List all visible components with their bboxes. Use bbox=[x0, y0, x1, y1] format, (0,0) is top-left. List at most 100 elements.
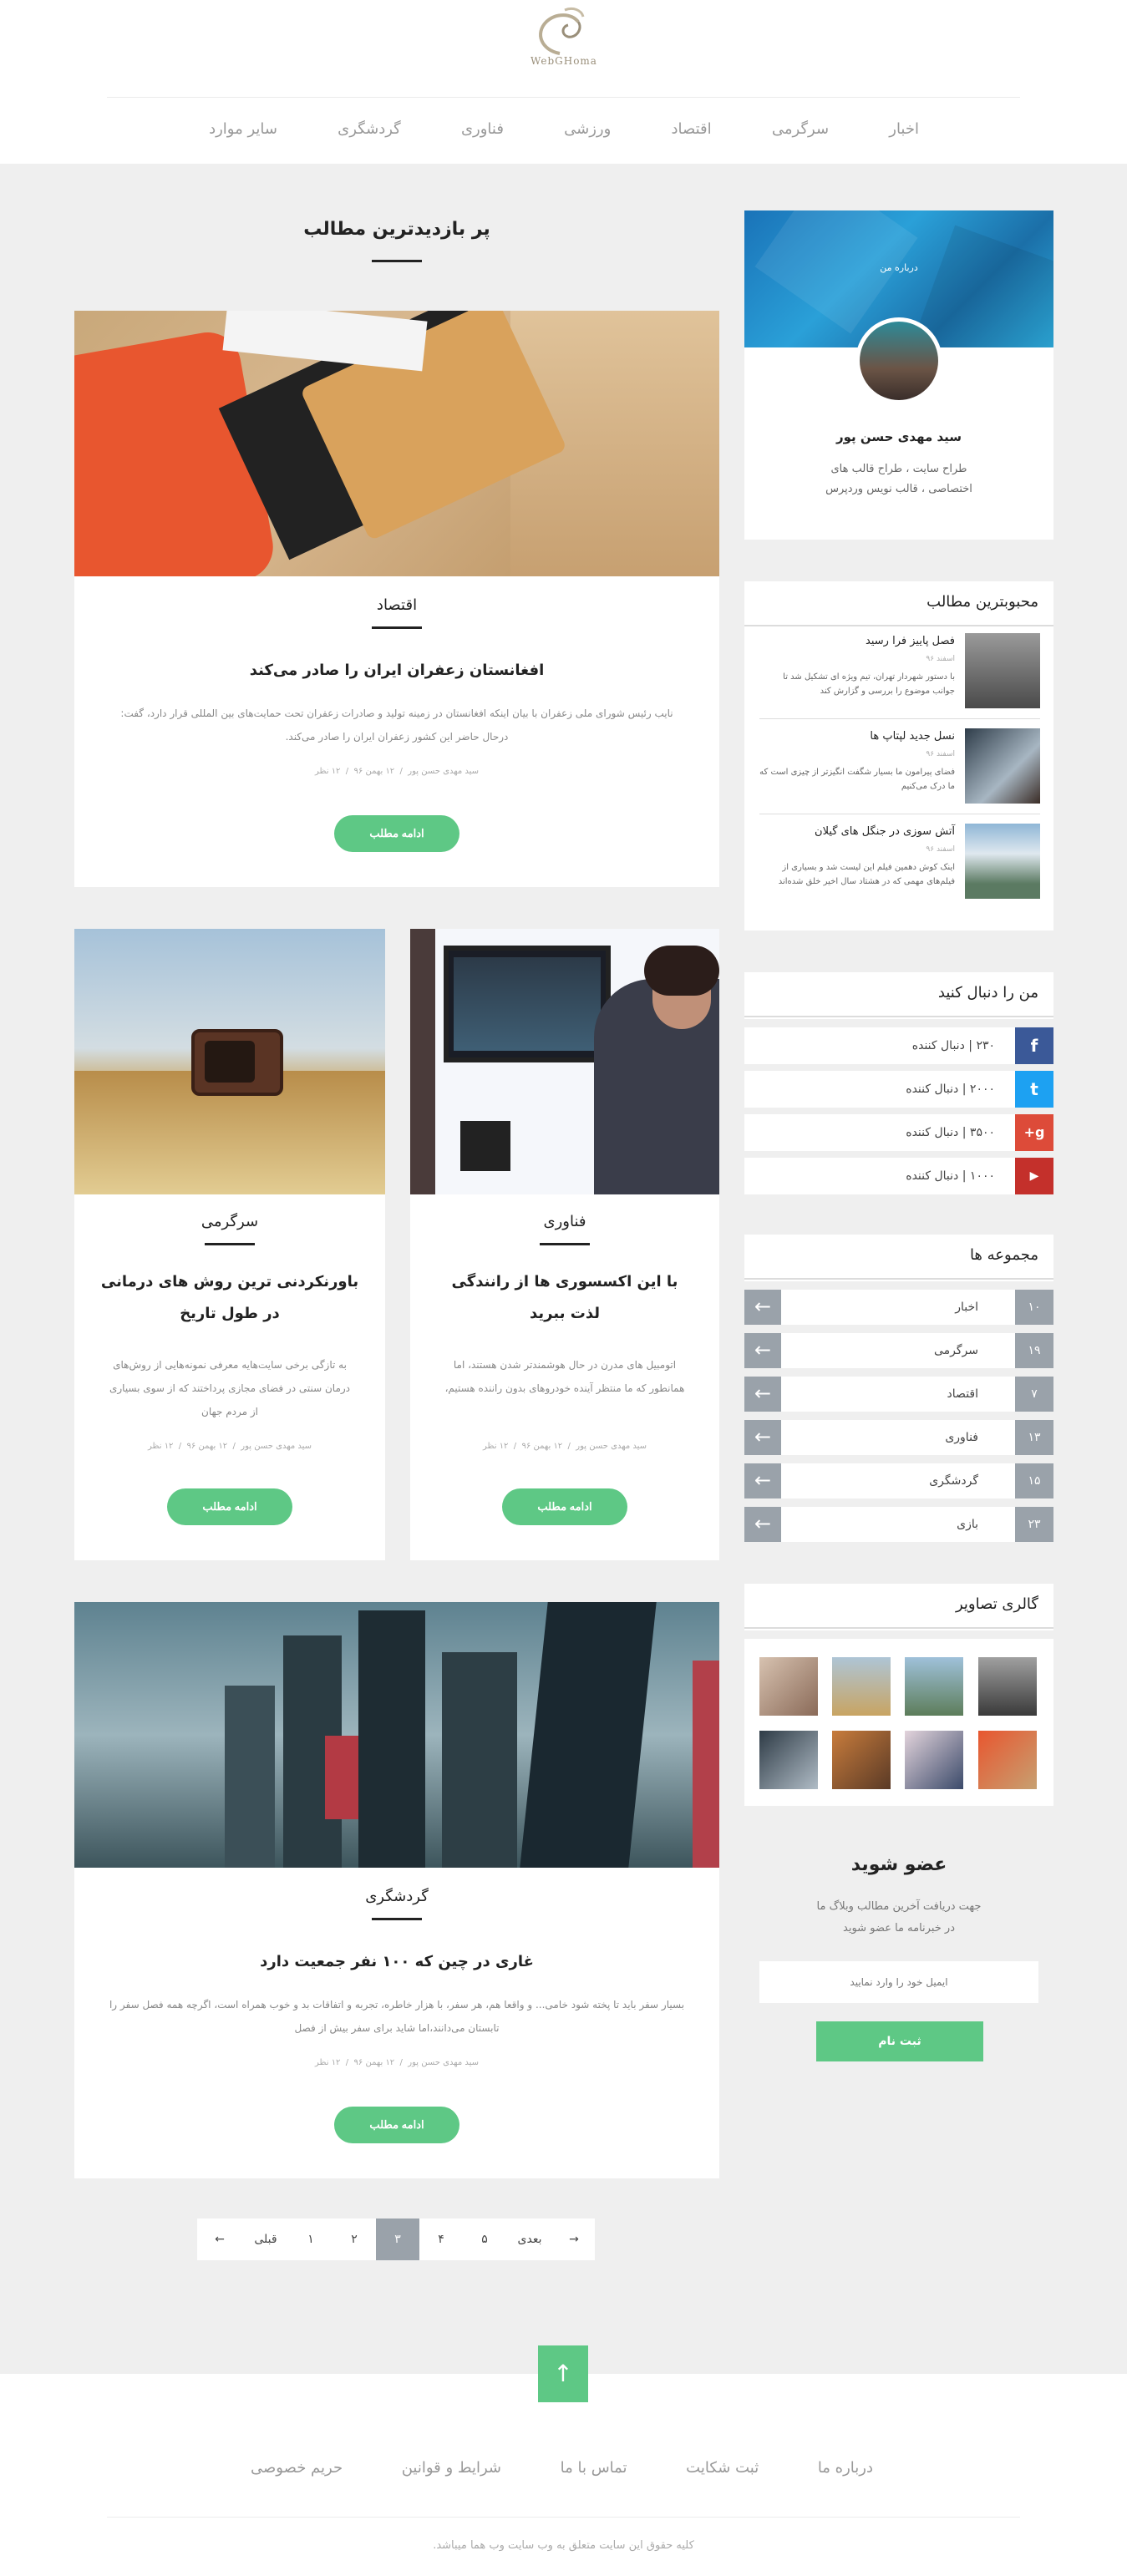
gallery-thumb[interactable] bbox=[978, 1731, 1037, 1789]
gallery-thumb[interactable] bbox=[905, 1731, 963, 1789]
post-comments[interactable]: ۱۲ نظر bbox=[315, 767, 340, 776]
nav-item-other[interactable]: سایر موارد bbox=[209, 117, 277, 142]
twitter-icon[interactable]: t bbox=[1015, 1071, 1053, 1108]
post-title[interactable]: با این اکسسوری ها از رانندگی لذت ببرید bbox=[435, 1266, 694, 1330]
facebook-icon[interactable]: f bbox=[1015, 1027, 1053, 1064]
footer-link-contact[interactable]: تماس با ما bbox=[561, 2459, 627, 2477]
read-more-button[interactable]: ادامه مطلب bbox=[334, 2107, 459, 2143]
category-name[interactable]: اخبار bbox=[955, 1290, 978, 1325]
gallery-thumb[interactable] bbox=[832, 1731, 891, 1789]
page-link-current[interactable]: ۳ bbox=[376, 2219, 419, 2260]
post-image[interactable] bbox=[74, 929, 385, 1194]
avatar[interactable] bbox=[855, 317, 942, 404]
post-category[interactable]: فناوری bbox=[410, 1213, 719, 1230]
arrow-left-icon[interactable]: ← bbox=[744, 1333, 781, 1368]
footer-link-complaint[interactable]: ثبت شکایت bbox=[686, 2459, 759, 2477]
social-count: ۲۰۰۰ | دنبال کننده bbox=[906, 1083, 995, 1096]
subscribe-button[interactable]: ثبت نام bbox=[816, 2021, 983, 2061]
post-title[interactable]: باورنکردنی ترین روش های درمانی در طول تا… bbox=[99, 1266, 360, 1330]
popular-post-thumb[interactable] bbox=[965, 728, 1040, 804]
widget-title-divider bbox=[744, 625, 1053, 626]
social-youtube[interactable]: ▶ ۱۰۰۰ | دنبال کننده bbox=[744, 1158, 1053, 1194]
social-facebook[interactable]: f ۲۳۰ | دنبال کننده bbox=[744, 1027, 1053, 1064]
category-item-tourism[interactable]: ۱۵ گردشگری ← bbox=[744, 1463, 1053, 1498]
category-item-entertainment[interactable]: ۱۹ سرگرمی ← bbox=[744, 1333, 1053, 1368]
category-item-games[interactable]: ۲۳ بازی ← bbox=[744, 1507, 1053, 1542]
category-name[interactable]: گردشگری bbox=[929, 1463, 978, 1498]
post-comments[interactable]: ۱۲ نظر bbox=[315, 2058, 340, 2067]
category-count: ۱۰ bbox=[1015, 1290, 1053, 1325]
category-name[interactable]: سرگرمی bbox=[934, 1333, 978, 1368]
category-item-economy[interactable]: ۷ اقتصاد ← bbox=[744, 1377, 1053, 1412]
back-to-top-button[interactable]: ↑ bbox=[538, 2345, 588, 2402]
read-more-button[interactable]: ادامه مطلب bbox=[502, 1488, 627, 1525]
category-item-technology[interactable]: ۱۳ فناوری ← bbox=[744, 1420, 1053, 1455]
read-more-button[interactable]: ادامه مطلب bbox=[334, 815, 459, 852]
popular-post-item[interactable]: آتش سوزی در جنگل های گیلان اسفند ۹۶ اینک… bbox=[759, 824, 1040, 904]
post-comments[interactable]: ۱۲ نظر bbox=[483, 1442, 508, 1451]
youtube-icon[interactable]: ▶ bbox=[1015, 1158, 1053, 1194]
category-item-news[interactable]: ۱۰ اخبار ← bbox=[744, 1290, 1053, 1325]
nav-item-economy[interactable]: اقتصاد bbox=[672, 117, 712, 142]
arrow-left-icon[interactable]: ← bbox=[744, 1420, 781, 1455]
footer-link-terms[interactable]: شرایط و قوانین bbox=[402, 2459, 501, 2477]
arrow-left-icon[interactable]: ← bbox=[744, 1290, 781, 1325]
gallery-thumb[interactable] bbox=[978, 1657, 1037, 1716]
popular-post-thumb[interactable] bbox=[965, 824, 1040, 899]
pagination-prev[interactable]: قبلی bbox=[242, 2219, 289, 2260]
page-link[interactable]: ۴ bbox=[419, 2219, 463, 2260]
gallery-thumb[interactable] bbox=[832, 1657, 891, 1716]
arrow-left-icon[interactable]: ← bbox=[744, 1507, 781, 1542]
post-comments[interactable]: ۱۲ نظر bbox=[148, 1442, 173, 1451]
header-divider bbox=[107, 97, 1020, 98]
popular-post-item[interactable]: فصل پاییز فرا رسید اسفند ۹۶ با دستور شهر… bbox=[759, 633, 1040, 713]
gallery-thumb[interactable] bbox=[759, 1657, 818, 1716]
nav-item-tourism[interactable]: گردشگری bbox=[338, 117, 401, 142]
post-author[interactable]: سید مهدی حسن پور bbox=[408, 767, 479, 776]
page-link[interactable]: ۲ bbox=[333, 2219, 376, 2260]
social-twitter[interactable]: t ۲۰۰۰ | دنبال کننده bbox=[744, 1071, 1053, 1108]
footer-link-privacy[interactable]: حریم خصوصی bbox=[251, 2459, 343, 2477]
email-field[interactable] bbox=[759, 1961, 1038, 2003]
popular-post-thumb[interactable] bbox=[965, 633, 1040, 708]
page-link[interactable]: ۵ bbox=[463, 2219, 506, 2260]
post-date: ۱۲ بهمن ۹۶ bbox=[353, 767, 395, 776]
nav-item-technology[interactable]: فناوری bbox=[461, 117, 504, 142]
social-googleplus[interactable]: g+ ۳۵۰۰ | دنبال کننده bbox=[744, 1114, 1053, 1151]
arrow-left-icon[interactable]: ← bbox=[744, 1377, 781, 1412]
popular-post-title[interactable]: آتش سوزی در جنگل های گیلان bbox=[815, 825, 955, 838]
post-author[interactable]: سید مهدی حسن پور bbox=[241, 1442, 312, 1451]
category-name[interactable]: اقتصاد bbox=[947, 1377, 978, 1412]
site-logo[interactable]: WebGHoma bbox=[510, 5, 618, 99]
gallery-thumb[interactable] bbox=[905, 1657, 963, 1716]
post-category[interactable]: گردشگری bbox=[74, 1888, 719, 1905]
post-author[interactable]: سید مهدی حسن پور bbox=[408, 2058, 479, 2067]
popular-post-title[interactable]: نسل جدید لپتاپ ها bbox=[870, 730, 955, 743]
category-name[interactable]: فناوری bbox=[945, 1420, 978, 1455]
arrow-left-icon[interactable]: ← bbox=[744, 1463, 781, 1498]
footer-link-about[interactable]: درباره ما bbox=[818, 2459, 873, 2477]
gallery-thumb[interactable] bbox=[759, 1731, 818, 1789]
post-image[interactable] bbox=[410, 929, 719, 1194]
post-category[interactable]: اقتصاد bbox=[74, 596, 719, 614]
nav-item-sports[interactable]: ورزشی bbox=[564, 117, 611, 142]
page-link[interactable]: ۱ bbox=[289, 2219, 333, 2260]
logo-text: WebGHoma bbox=[531, 55, 597, 67]
prev-arrow-icon[interactable]: ← bbox=[197, 2219, 242, 2260]
post-image[interactable] bbox=[74, 1602, 719, 1868]
popular-post-item[interactable]: نسل جدید لپتاپ ها اسفند ۹۶ فضای پیرامون … bbox=[759, 728, 1040, 809]
about-label: درباره من bbox=[880, 262, 918, 273]
post-title[interactable]: غاری در چین که ۱۰۰ نفر جمعیت دارد bbox=[99, 1946, 694, 1978]
pagination-next[interactable]: بعدی bbox=[506, 2219, 553, 2260]
nav-item-news[interactable]: اخبار bbox=[889, 117, 919, 142]
read-more-button[interactable]: ادامه مطلب bbox=[167, 1488, 292, 1525]
post-category[interactable]: سرگرمی bbox=[74, 1213, 385, 1230]
next-arrow-icon[interactable]: → bbox=[553, 2219, 595, 2260]
post-image[interactable] bbox=[74, 311, 719, 576]
nav-item-entertainment[interactable]: سرگرمی bbox=[772, 117, 829, 142]
category-name[interactable]: بازی bbox=[957, 1507, 978, 1542]
post-title[interactable]: افغانستان زعفران ایران را صادر می‌کند bbox=[99, 655, 694, 687]
post-author[interactable]: سید مهدی حسن پور bbox=[576, 1442, 647, 1451]
googleplus-icon[interactable]: g+ bbox=[1015, 1114, 1053, 1151]
popular-post-title[interactable]: فصل پاییز فرا رسید bbox=[866, 635, 955, 647]
